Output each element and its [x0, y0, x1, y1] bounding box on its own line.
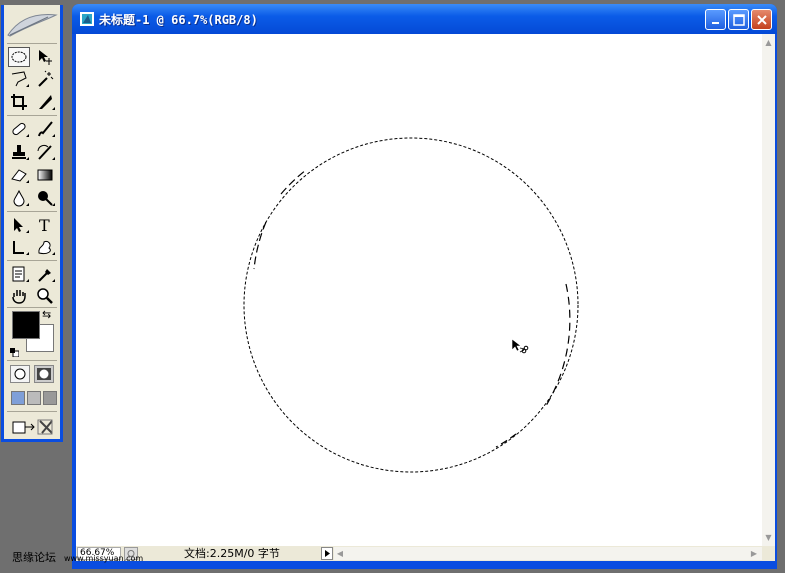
- slice-tool-icon[interactable]: [34, 92, 56, 112]
- full-screen-menu-mode-button[interactable]: [27, 391, 41, 405]
- close-button[interactable]: [751, 9, 772, 30]
- polygonal-lasso-tool-icon[interactable]: [8, 69, 30, 89]
- notes-tool-icon[interactable]: [8, 264, 30, 284]
- toolbox-panel: T ⇆: [1, 5, 63, 442]
- scissors-cursor-icon: [511, 338, 529, 354]
- healing-brush-tool-icon[interactable]: [8, 119, 30, 139]
- status-menu-arrow-icon[interactable]: [321, 547, 333, 560]
- eraser-tool-icon[interactable]: [8, 165, 30, 185]
- crop-tool-icon[interactable]: [8, 92, 30, 112]
- type-tool-icon[interactable]: T: [34, 215, 56, 235]
- pen-tool-icon[interactable]: [8, 237, 30, 257]
- magic-wand-tool-icon[interactable]: [34, 69, 56, 89]
- minimize-button[interactable]: [705, 9, 726, 30]
- toolbox-separator: [7, 43, 57, 44]
- foreground-color-swatch[interactable]: [12, 311, 40, 339]
- eyedropper-tool-icon[interactable]: [34, 264, 56, 284]
- brush-tool-icon[interactable]: [34, 119, 56, 139]
- document-titlebar[interactable]: 未标题-1 @ 66.7%(RGB/8): [72, 4, 777, 34]
- document-title: 未标题-1 @ 66.7%(RGB/8): [99, 13, 258, 27]
- toolbox-separator: [7, 211, 57, 212]
- jump-to-imageready-button[interactable]: [10, 417, 56, 437]
- elliptical-selection-marquee: [243, 137, 579, 473]
- custom-shape-tool-icon[interactable]: [34, 237, 56, 257]
- watermark-text: 思缘论坛: [12, 551, 56, 564]
- gradient-tool-icon[interactable]: [34, 165, 56, 185]
- swap-colors-icon[interactable]: ⇆: [42, 308, 51, 321]
- photoshop-feather-logo[interactable]: [4, 5, 60, 43]
- quick-mask-mode-button[interactable]: [34, 365, 54, 383]
- document-window: 未标题-1 @ 66.7%(RGB/8) ▲ ▼ 66.67% 文档:2.25M…: [72, 4, 777, 569]
- photoshop-document-icon: [80, 12, 94, 26]
- elliptical-marquee-tool-icon[interactable]: [8, 47, 30, 67]
- image-canvas[interactable]: [76, 34, 762, 546]
- svg-text:T: T: [39, 216, 50, 234]
- scroll-up-icon[interactable]: ▲: [763, 36, 774, 49]
- full-screen-mode-button[interactable]: [43, 391, 57, 405]
- scroll-left-icon[interactable]: ◀: [334, 547, 346, 560]
- document-size-info: 文档:2.25M/0 字节: [184, 547, 280, 560]
- toolbox-separator: [7, 115, 57, 116]
- blur-tool-icon[interactable]: [8, 188, 30, 208]
- toolbox-separator: [7, 260, 57, 261]
- hand-tool-icon[interactable]: [8, 286, 30, 306]
- status-bar: 66.67% 文档:2.25M/0 字节 ◀ ▶: [76, 546, 762, 561]
- move-tool-icon[interactable]: [34, 47, 56, 67]
- forum-watermark: 思缘论坛 www.missyuan.com: [12, 549, 143, 565]
- vertical-scrollbar[interactable]: ▲ ▼: [762, 34, 775, 546]
- scroll-down-icon[interactable]: ▼: [763, 531, 774, 544]
- maximize-button[interactable]: [728, 9, 749, 30]
- dodge-tool-icon[interactable]: [34, 188, 56, 208]
- default-colors-icon[interactable]: [10, 342, 20, 358]
- standard-mode-button[interactable]: [10, 365, 30, 383]
- watermark-url: www.missyuan.com: [64, 554, 144, 563]
- toolbox-separator: [7, 411, 57, 412]
- clone-stamp-tool-icon[interactable]: [8, 142, 30, 162]
- standard-screen-mode-button[interactable]: [11, 391, 25, 405]
- path-selection-tool-icon[interactable]: [8, 215, 30, 235]
- scroll-right-icon[interactable]: ▶: [748, 547, 760, 560]
- toolbox-body: T ⇆: [4, 5, 60, 439]
- resize-grip[interactable]: [762, 546, 775, 561]
- toolbox-separator: [7, 360, 57, 361]
- horizontal-scrollbar[interactable]: ◀ ▶: [334, 547, 762, 560]
- history-brush-tool-icon[interactable]: [34, 142, 56, 162]
- zoom-tool-icon[interactable]: [34, 286, 56, 306]
